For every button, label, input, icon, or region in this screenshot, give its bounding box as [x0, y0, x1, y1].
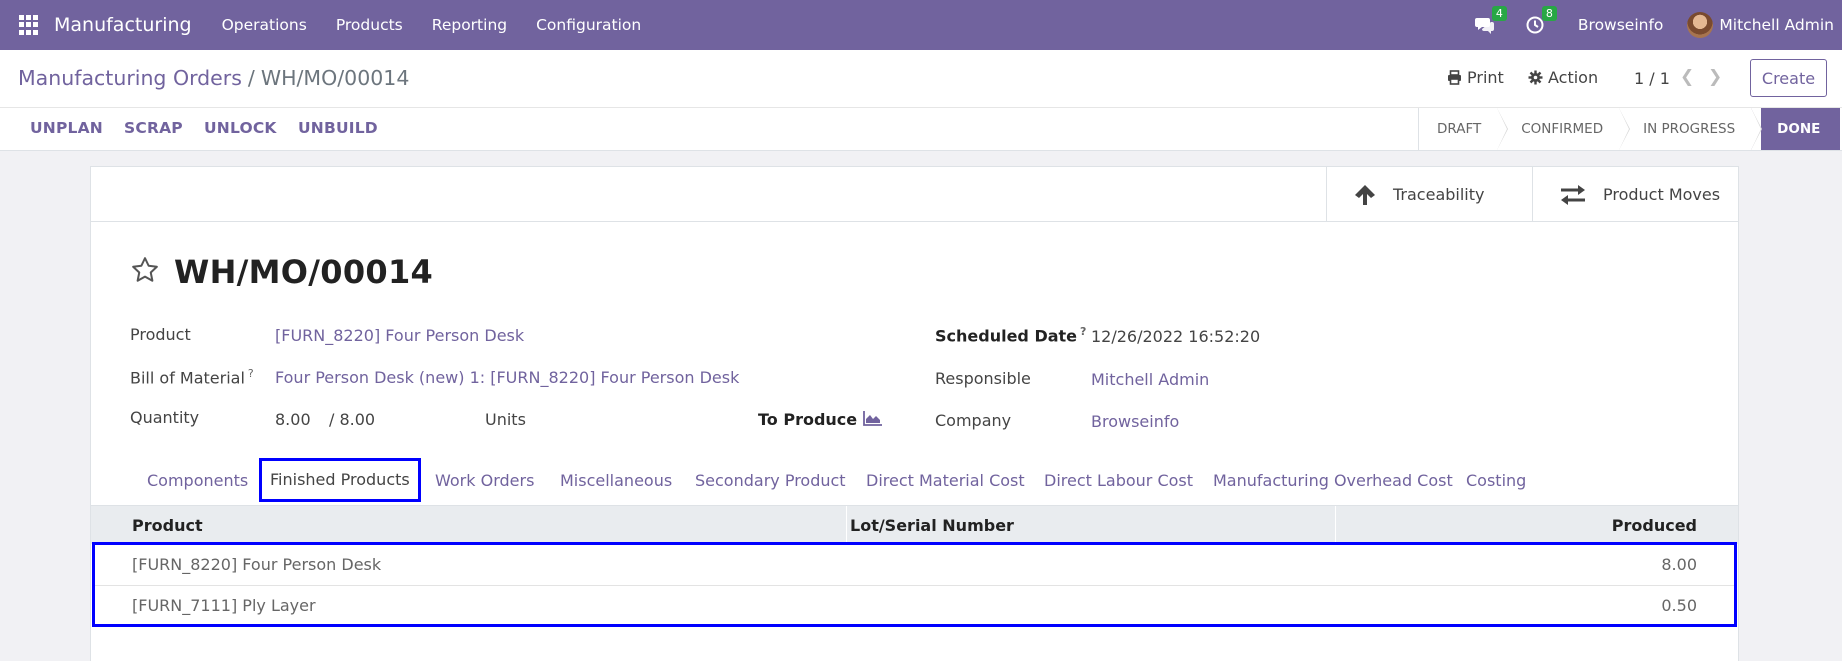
row-product: [FURN_7111] Ply Layer — [132, 596, 316, 615]
bom-help-icon[interactable]: ? — [248, 367, 254, 380]
tab-direct-labour-cost[interactable]: Direct Labour Cost — [1044, 459, 1193, 501]
area-chart-icon[interactable] — [863, 410, 883, 430]
row-produced: 0.50 — [1661, 596, 1697, 615]
top-navbar: Manufacturing Operations Products Report… — [0, 0, 1842, 50]
unlock-button[interactable]: UNLOCK — [204, 119, 277, 137]
table-row[interactable]: [FURN_8220] Four Person Desk 8.00 — [95, 545, 1734, 585]
row-product: [FURN_8220] Four Person Desk — [132, 555, 382, 574]
scrap-button[interactable]: SCRAP — [124, 119, 183, 137]
company-label: Company — [935, 411, 1012, 430]
exchange-arrows-icon — [1559, 184, 1587, 206]
print-button[interactable]: Print — [1447, 68, 1504, 87]
activities-clock-icon[interactable]: 8 — [1524, 6, 1557, 36]
stage-in-progress[interactable]: IN PROGRESS — [1619, 108, 1763, 150]
quantity-label: Quantity — [130, 408, 200, 427]
bom-label: Bill of Material? — [130, 367, 254, 387]
company-switcher[interactable]: Browseinfo — [1578, 16, 1664, 34]
user-avatar[interactable] — [1687, 12, 1714, 38]
create-button[interactable]: Create — [1750, 59, 1827, 97]
arrow-up-icon — [1353, 183, 1377, 207]
scheduled-help-icon[interactable]: ? — [1080, 325, 1086, 338]
breadcrumb-current: WH/MO/00014 — [260, 66, 410, 90]
record-name: WH/MO/00014 — [174, 253, 434, 291]
unplan-button[interactable]: UNPLAN — [30, 119, 103, 137]
quantity-field[interactable]: 8.00 — [275, 410, 311, 429]
responsible-label: Responsible — [935, 369, 1031, 388]
stage-done-label: DONE — [1777, 121, 1821, 137]
form-sheet: Traceability Product Moves WH/MO/00014 P… — [90, 166, 1739, 661]
tab-miscellaneous[interactable]: Miscellaneous — [560, 459, 672, 501]
app-title[interactable]: Manufacturing — [54, 14, 192, 36]
pager-value[interactable]: 1 / 1 — [1634, 69, 1670, 88]
breadcrumb-separator: / — [247, 66, 255, 90]
column-divider — [1335, 506, 1336, 545]
table-row[interactable]: [FURN_7111] Ply Layer 0.50 — [95, 585, 1734, 625]
control-panel: Manufacturing Orders / WH/MO/00014 Print A… — [0, 50, 1842, 151]
product-moves-label: Product Moves — [1603, 185, 1721, 204]
pager-next-icon[interactable]: ❯ — [1708, 67, 1722, 87]
menu-products[interactable]: Products — [336, 16, 403, 34]
product-field[interactable]: [FURN_8220] Four Person Desk — [275, 326, 524, 345]
stage-confirmed[interactable]: CONFIRMED — [1497, 108, 1630, 150]
messages-icon[interactable]: 4 — [1474, 6, 1507, 36]
activities-count-badge: 8 — [1541, 6, 1557, 21]
product-label: Product — [130, 325, 191, 344]
tab-costing[interactable]: Costing — [1466, 459, 1526, 501]
tab-components[interactable]: Components — [147, 459, 248, 501]
tab-direct-material-cost[interactable]: Direct Material Cost — [866, 459, 1025, 501]
to-produce-label: To Produce — [758, 410, 858, 429]
uom-field[interactable]: Units — [485, 410, 526, 429]
tab-manufacturing-overhead-cost[interactable]: Manufacturing Overhead Cost — [1213, 459, 1453, 501]
column-header-product[interactable]: Product — [132, 516, 203, 535]
tab-work-orders[interactable]: Work Orders — [435, 459, 534, 501]
tab-secondary-product[interactable]: Secondary Product — [695, 459, 846, 501]
quantity-produced: / 8.00 — [329, 410, 376, 429]
menu-operations[interactable]: Operations — [222, 16, 307, 34]
printer-icon — [1447, 70, 1462, 85]
stage-in-progress-label: IN PROGRESS — [1643, 121, 1736, 137]
bom-label-text: Bill of Material — [130, 368, 245, 388]
action-button[interactable]: Action — [1528, 68, 1598, 87]
traceability-label: Traceability — [1393, 185, 1485, 204]
status-bar: DRAFT CONFIRMED IN PROGRESS DONE — [1418, 108, 1841, 150]
column-divider — [846, 506, 847, 545]
messages-count-badge: 4 — [1491, 6, 1507, 21]
table-header: Product Lot/Serial Number Produced — [91, 505, 1738, 545]
action-label: Action — [1548, 68, 1599, 87]
column-header-produced[interactable]: Produced — [1612, 516, 1697, 535]
tab-finished-products[interactable]: Finished Products — [259, 458, 421, 502]
traceability-button[interactable]: Traceability — [1326, 167, 1532, 222]
star-icon[interactable] — [130, 255, 160, 289]
pager-previous-icon[interactable]: ❮ — [1680, 67, 1694, 87]
finished-products-rows: [FURN_8220] Four Person Desk 8.00 [FURN_… — [92, 542, 1737, 627]
menu-configuration[interactable]: Configuration — [536, 16, 641, 34]
unbuild-button[interactable]: UNBUILD — [298, 119, 378, 137]
user-menu[interactable]: Mitchell Admin — [1719, 16, 1834, 34]
breadcrumb: Manufacturing Orders / WH/MO/00014 — [18, 66, 409, 90]
stage-draft-label: DRAFT — [1437, 121, 1482, 137]
app-menu-icon[interactable] — [19, 15, 39, 35]
scheduled-date-label-text: Scheduled Date — [935, 326, 1078, 346]
menu-reporting[interactable]: Reporting — [432, 16, 507, 34]
responsible-field[interactable]: Mitchell Admin — [1091, 370, 1209, 389]
column-header-lot-serial[interactable]: Lot/Serial Number — [850, 516, 1014, 535]
scheduled-date-field[interactable]: 12/26/2022 16:52:20 — [1091, 327, 1260, 346]
stage-done[interactable]: DONE — [1751, 108, 1841, 150]
breadcrumb-parent-link[interactable]: Manufacturing Orders — [18, 66, 242, 90]
print-label: Print — [1467, 68, 1504, 87]
record-title: WH/MO/00014 — [130, 253, 433, 291]
gear-icon — [1528, 70, 1543, 85]
bom-field[interactable]: Four Person Desk (new) 1: [FURN_8220] Fo… — [275, 368, 739, 387]
smart-buttons-bar: Traceability Product Moves — [91, 167, 1738, 222]
stage-draft[interactable]: DRAFT — [1418, 108, 1509, 150]
product-moves-button[interactable]: Product Moves — [1532, 167, 1738, 222]
scheduled-date-label: Scheduled Date? — [935, 325, 1086, 345]
company-field[interactable]: Browseinfo — [1091, 412, 1179, 431]
stage-confirmed-label: CONFIRMED — [1521, 121, 1604, 137]
row-produced: 8.00 — [1661, 555, 1697, 574]
notebook-tabs: Components Finished Products Work Orders… — [91, 458, 1738, 502]
